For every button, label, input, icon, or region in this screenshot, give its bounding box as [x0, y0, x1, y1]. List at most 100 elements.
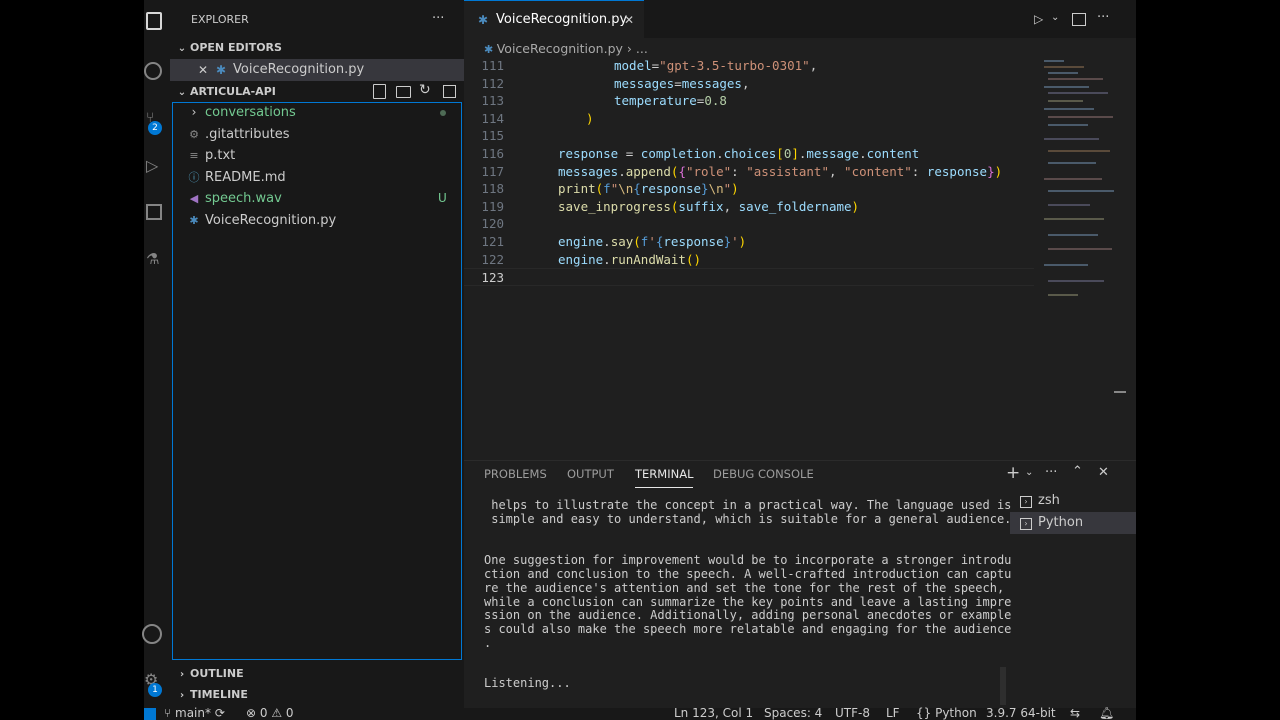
tree-item-voicerecognition[interactable]: ✱ VoiceRecognition.py	[173, 210, 461, 232]
python-icon: ✱	[484, 43, 497, 56]
maximize-panel-icon[interactable]: ⌃	[1072, 464, 1083, 479]
accounts-icon[interactable]	[142, 624, 162, 644]
panel-more-icon[interactable]: ···	[1045, 465, 1057, 480]
interpreter[interactable]: 3.9.7 64-bit	[986, 706, 1056, 720]
bottom-panel: PROBLEMS OUTPUT TERMINAL DEBUG CONSOLE +…	[464, 460, 1136, 708]
tab-problems[interactable]: PROBLEMS	[484, 461, 547, 487]
untracked-badge: U	[438, 191, 447, 205]
terminal-list-item-python[interactable]: › Python	[1010, 512, 1136, 534]
manage-badge: 1	[148, 683, 162, 697]
run-debug-icon[interactable]: ▷	[146, 156, 158, 175]
info-icon: ⓘ	[188, 170, 200, 184]
breadcrumb: ✱ VoiceRecognition.py › ...	[484, 40, 648, 58]
bell-icon[interactable]: 🔔︎	[1099, 706, 1114, 720]
collapse-all-icon[interactable]	[443, 85, 456, 98]
search-icon[interactable]	[144, 62, 162, 80]
tab-close-icon[interactable]: ✕	[624, 1, 634, 39]
problems-status[interactable]: ⊗ 0 ⚠ 0	[246, 706, 294, 720]
terminal-list-item-zsh[interactable]: › zsh	[1010, 490, 1136, 512]
tree-item-p-txt[interactable]: ≡ p.txt	[173, 145, 461, 167]
tab-terminal[interactable]: TERMINAL	[635, 461, 694, 488]
terminal-icon: ›	[1020, 518, 1032, 530]
open-editor-item[interactable]: ✕ ✱ VoiceRecognition.py	[170, 59, 464, 81]
terminal-icon: ›	[1020, 496, 1032, 508]
new-terminal-icon[interactable]: +	[1006, 463, 1020, 483]
line-number: 119	[481, 198, 504, 214]
python-icon: ✱	[478, 13, 489, 27]
terminal-line: ction and conclusion to the speech. A we…	[484, 567, 1012, 581]
tree-item-readme[interactable]: ⓘ README.md	[173, 167, 461, 189]
gear-icon: ⚙	[189, 127, 199, 141]
new-folder-icon[interactable]	[396, 86, 411, 98]
sync-icon: ⟳	[211, 706, 225, 720]
chevron-right-icon: ›	[179, 690, 185, 701]
refresh-icon[interactable]: ↻	[419, 82, 431, 98]
line-number: 118	[481, 181, 504, 197]
editor-scrollbar-thumb[interactable]	[1114, 391, 1126, 393]
terminal-line: ssion on the audience. Additionally, add…	[484, 608, 1012, 623]
timeline-header[interactable]: › TIMELINE	[170, 684, 464, 706]
terminal-line: simple and easy to understand, which is …	[484, 511, 1012, 526]
new-file-icon[interactable]	[373, 84, 386, 99]
explorer-icon[interactable]	[146, 12, 162, 30]
open-editors-header[interactable]: ⌄ OPEN EDITORS	[170, 37, 464, 59]
minimap[interactable]	[1040, 58, 1115, 303]
explorer-sidebar: EXPLORER ··· ⌄ OPEN EDITORS ✕ ✱ VoiceReco…	[170, 0, 464, 708]
breadcrumb-more[interactable]: ...	[636, 41, 648, 56]
run-dropdown-icon[interactable]: ⌄	[1051, 12, 1059, 23]
run-icon[interactable]: ▷	[1034, 12, 1043, 26]
lines-icon: ≡	[189, 149, 199, 162]
outline-header[interactable]: › OUTLINE	[170, 663, 464, 685]
line-number: 121	[481, 234, 504, 249]
error-icon: ⊗	[246, 706, 260, 720]
line-number: 117	[481, 163, 504, 179]
tab-debug-console[interactable]: DEBUG CONSOLE	[713, 461, 814, 487]
chevron-down-icon: ⌄	[177, 43, 187, 54]
chevron-down-icon: ⌄	[177, 87, 187, 98]
terminal-scrollbar-thumb[interactable]	[1000, 667, 1006, 705]
cursor-position[interactable]: Ln 123, Col 1	[674, 706, 753, 720]
editor-more-icon[interactable]: ···	[1097, 10, 1109, 25]
line-number: 120	[481, 216, 504, 232]
activity-bar: ⑂ 2 ▷ ⚗ ⚙ 1	[142, 0, 170, 720]
line-number: 112	[481, 75, 504, 91]
terminal-line: One suggestion for improvement would be …	[484, 553, 1012, 568]
audio-icon: ◀	[189, 192, 199, 205]
python-icon: ✱	[216, 63, 227, 77]
breadcrumb-file[interactable]: VoiceRecognition.py	[497, 41, 623, 56]
tree-item-speech-wav[interactable]: ◀ speech.wav U	[173, 188, 461, 210]
chevron-right-icon: ›	[179, 669, 185, 680]
branch-icon: ⑂	[164, 706, 176, 720]
terminal-line: re the audience's attention and set the …	[484, 580, 1005, 595]
split-editor-icon[interactable]	[1072, 13, 1086, 26]
tree-item-conversations[interactable]: › conversations	[173, 102, 461, 124]
status-bar: ⑂ main* ⟳ ⊗ 0 ⚠ 0 Ln 123, Col 1 Spaces: …	[144, 706, 1136, 720]
language-mode[interactable]: {} Python	[916, 706, 977, 720]
testing-icon[interactable]: ⚗	[146, 250, 159, 268]
terminal-output[interactable]: helps to illustrate the concept in a pra…	[464, 495, 1011, 705]
eol[interactable]: LF	[886, 706, 900, 720]
breadcrumb-separator-icon: ›	[626, 41, 636, 56]
feedback-icon[interactable]: ⇆	[1070, 706, 1080, 720]
terminal-line: while a conclusion can summarize the key…	[484, 594, 1012, 609]
tree-item-gitattributes[interactable]: ⚙ .gitattributes	[173, 124, 461, 146]
explorer-more-button[interactable]: ···	[432, 11, 444, 26]
terminal-prompt-line: Listening...	[484, 676, 571, 690]
indentation[interactable]: Spaces: 4	[764, 706, 822, 720]
close-icon[interactable]: ✕	[198, 59, 208, 81]
tab-voicerecognition[interactable]: ✱ VoiceRecognition.py ✕	[464, 0, 644, 38]
terminal-line: .	[484, 636, 492, 650]
chevron-right-icon: ›	[191, 105, 197, 119]
remote-indicator[interactable]	[144, 708, 156, 720]
branch-status[interactable]: ⑂ main* ⟳	[164, 706, 225, 720]
line-number: 111	[481, 58, 504, 73]
encoding[interactable]: UTF-8	[835, 706, 870, 720]
code-area[interactable]: 111 model="gpt-3.5-turbo-0301", 112 messag…	[464, 57, 1034, 297]
terminal-line: helps to illustrate the concept in a pra…	[484, 498, 1012, 512]
open-editor-label: VoiceRecognition.py	[233, 62, 365, 77]
tab-output[interactable]: OUTPUT	[567, 461, 614, 487]
extensions-icon[interactable]	[146, 204, 162, 220]
line-number-active: 123	[481, 270, 504, 286]
close-panel-icon[interactable]: ✕	[1098, 465, 1109, 480]
chevron-down-icon[interactable]: ⌄	[1025, 467, 1033, 478]
